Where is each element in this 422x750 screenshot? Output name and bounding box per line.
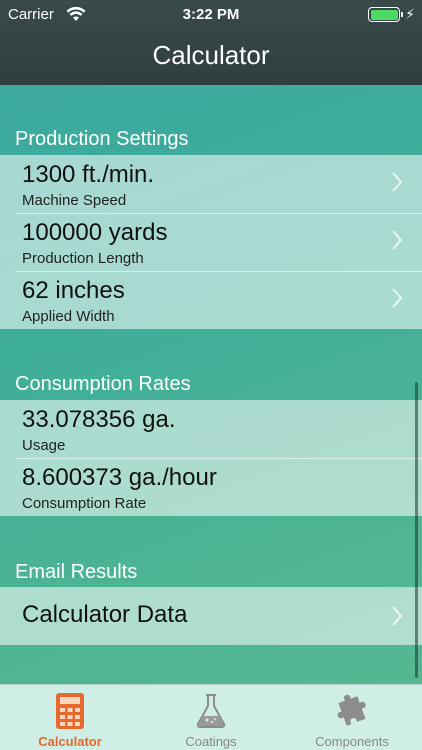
machine-speed-row[interactable]: 1300 ft./min. Machine Speed bbox=[0, 155, 422, 213]
machine-speed-value: 1300 ft./min. bbox=[22, 161, 155, 188]
machine-speed-label: Machine Speed bbox=[22, 192, 127, 209]
tab-components-label: Components bbox=[315, 734, 389, 749]
chevron-right-icon bbox=[392, 172, 402, 192]
tab-bar: Calculator Coatings Components bbox=[0, 684, 422, 750]
tab-calculator-label: Calculator bbox=[38, 734, 102, 749]
email-results-group: Calculator Data bbox=[0, 587, 422, 645]
production-length-label: Production Length bbox=[22, 250, 144, 267]
consumption-rate-label: Consumption Rate bbox=[22, 495, 147, 512]
calculator-data-label: Calculator Data bbox=[22, 601, 188, 628]
applied-width-label: Applied Width bbox=[22, 308, 115, 325]
chevron-right-icon bbox=[392, 606, 402, 626]
tab-coatings-label: Coatings bbox=[185, 734, 237, 749]
production-settings-group: 1300 ft./min. Machine Speed 100000 yards… bbox=[0, 155, 422, 329]
charging-bolt-icon: ⚡ bbox=[405, 6, 415, 22]
production-length-row[interactable]: 100000 yards Production Length bbox=[0, 213, 422, 271]
usage-row: 33.078356 ga. Usage bbox=[0, 400, 422, 458]
usage-label: Usage bbox=[22, 437, 66, 454]
flask-icon bbox=[196, 694, 226, 728]
consumption-rate-value: 8.600373 ga./hour bbox=[22, 464, 217, 491]
calculator-icon bbox=[56, 693, 84, 729]
nav-title: Calculator bbox=[152, 40, 270, 70]
chevron-right-icon bbox=[392, 288, 402, 308]
header: Carrier 3:22 PM ⚡ Calculator bbox=[0, 0, 422, 85]
calculator-data-row[interactable]: Calculator Data bbox=[0, 587, 422, 645]
production-length-value: 100000 yards bbox=[22, 219, 168, 246]
section-header-email-results: Email Results bbox=[15, 561, 138, 583]
tab-components[interactable]: Components bbox=[282, 685, 422, 750]
usage-value: 33.078356 ga. bbox=[22, 406, 176, 433]
battery-icon bbox=[368, 7, 403, 22]
tab-coatings[interactable]: Coatings bbox=[141, 685, 281, 750]
section-header-consumption-rates: Consumption Rates bbox=[15, 373, 191, 395]
chevron-right-icon bbox=[392, 230, 402, 250]
applied-width-row[interactable]: 62 inches Applied Width bbox=[0, 271, 422, 329]
consumption-rate-row: 8.600373 ga./hour Consumption Rate bbox=[0, 458, 422, 516]
clock: 3:22 PM bbox=[182, 6, 240, 23]
applied-width-value: 62 inches bbox=[22, 277, 125, 304]
consumption-rates-group: 33.078356 ga. Usage 8.600373 ga./hour Co… bbox=[0, 400, 422, 516]
status-bar: Carrier 3:22 PM ⚡ bbox=[0, 0, 422, 30]
scroll-indicator[interactable] bbox=[415, 382, 418, 678]
section-header-production-settings: Production Settings bbox=[15, 128, 189, 150]
tab-calculator[interactable]: Calculator bbox=[0, 685, 140, 750]
puzzle-piece-icon bbox=[337, 694, 366, 726]
